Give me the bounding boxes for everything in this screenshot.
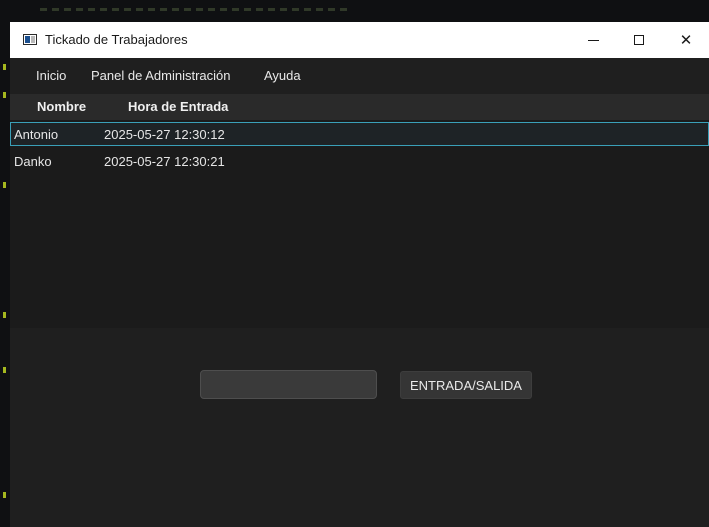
maximize-icon <box>634 35 644 45</box>
gutter-marker <box>3 312 6 318</box>
title-bar[interactable]: Tickado de Trabajadores ✕ <box>10 22 709 58</box>
entrada-salida-button[interactable]: ENTRADA/SALIDA <box>400 371 532 399</box>
workers-table[interactable]: Nombre Hora de Entrada Antonio 2025-05-2… <box>10 94 709 328</box>
menu-ayuda[interactable]: Ayuda <box>264 68 301 83</box>
gutter-marker <box>3 367 6 373</box>
maximize-button[interactable] <box>616 22 662 58</box>
window-title: Tickado de Trabajadores <box>45 32 188 47</box>
menu-inicio[interactable]: Inicio <box>36 68 66 83</box>
column-header-hora-entrada[interactable]: Hora de Entrada <box>128 99 228 114</box>
cell-nombre: Antonio <box>14 127 59 142</box>
gutter-marker <box>3 182 6 188</box>
gutter-marker <box>3 64 6 70</box>
background-editor-strip <box>0 0 709 22</box>
minimize-button[interactable] <box>570 22 616 58</box>
column-header-nombre[interactable]: Nombre <box>37 99 86 114</box>
background-code-text <box>40 8 350 11</box>
cell-nombre: Danko <box>14 154 52 169</box>
minimize-icon <box>587 39 599 41</box>
table-row[interactable]: Antonio 2025-05-27 12:30:12 <box>10 122 709 146</box>
cell-hora-entrada: 2025-05-27 12:30:12 <box>104 127 225 142</box>
background-editor-gutter <box>0 22 10 527</box>
app-window-icon <box>23 34 37 45</box>
table-header: Nombre Hora de Entrada <box>10 94 709 120</box>
gutter-marker <box>3 92 6 98</box>
worker-id-input[interactable] <box>200 370 377 399</box>
gutter-marker <box>3 492 6 498</box>
table-row[interactable]: Danko 2025-05-27 12:30:21 <box>10 150 709 174</box>
app-window: Tickado de Trabajadores ✕ Inicio Panel d… <box>10 22 709 527</box>
entry-panel: ENTRADA/SALIDA <box>10 328 709 527</box>
menu-panel-administracion[interactable]: Panel de Administración <box>91 68 230 83</box>
menu-bar: Inicio Panel de Administración Ayuda <box>10 58 709 94</box>
close-icon: ✕ <box>679 31 693 49</box>
cell-hora-entrada: 2025-05-27 12:30:21 <box>104 154 225 169</box>
close-button[interactable]: ✕ <box>663 22 709 58</box>
